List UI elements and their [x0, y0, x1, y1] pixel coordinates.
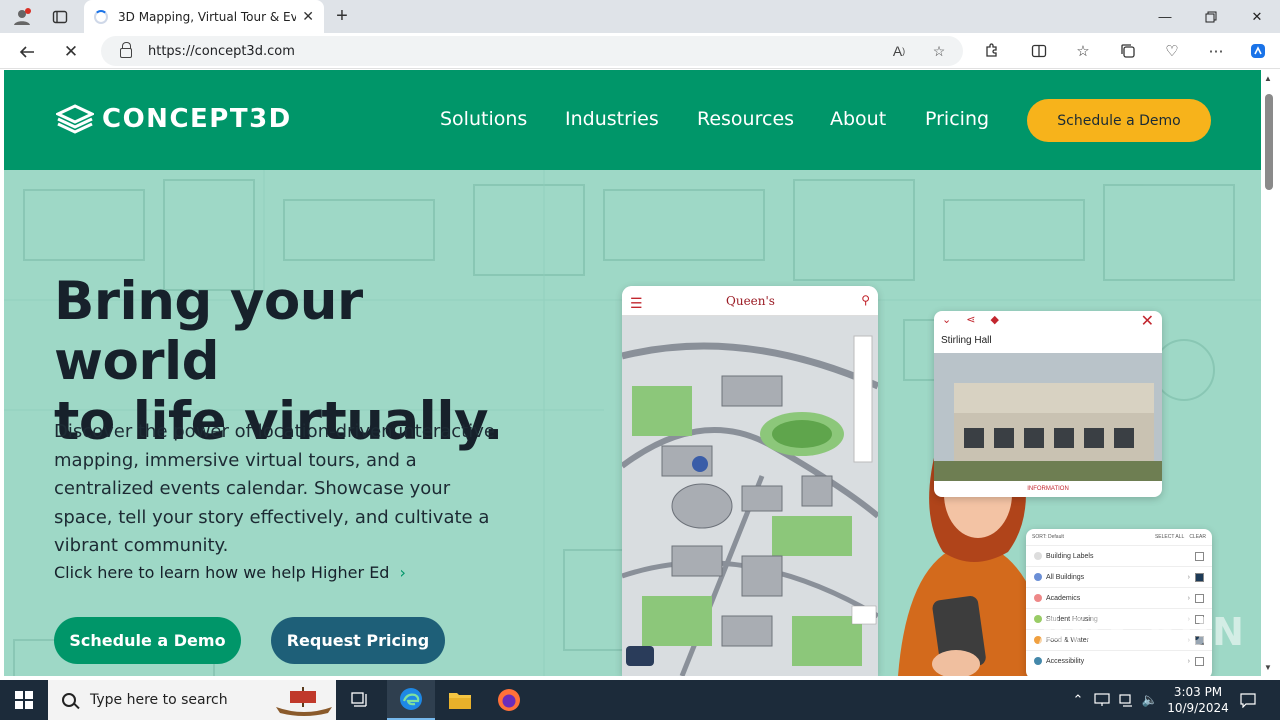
notifications-icon[interactable] [1236, 680, 1260, 720]
filter-row-label: All Buildings [1046, 573, 1085, 581]
network-status-icon[interactable] [1092, 680, 1112, 720]
filter-row-label: Accessibility [1046, 657, 1085, 665]
taskbar-search-placeholder[interactable]: Type here to search [90, 692, 228, 708]
restore-button[interactable] [1188, 0, 1234, 33]
url-text[interactable]: https://concept3d.com [148, 44, 295, 59]
profile-icon[interactable] [10, 5, 34, 29]
taskbar-clock[interactable]: 3:03 PM 10/9/2024 [1160, 684, 1236, 716]
filter-row-label: Academics [1046, 594, 1081, 602]
favorites-icon[interactable]: ☆ [1070, 39, 1096, 63]
hero-lead: Discover the power of location-driven in… [54, 421, 495, 556]
taskbar-search[interactable]: Type here to search [48, 680, 336, 720]
scroll-up-icon[interactable]: ▲ [1264, 74, 1272, 83]
viking-ship-icon [276, 687, 332, 716]
task-view-icon[interactable] [336, 680, 384, 720]
web-page: CONCEPT3D Solutions Industries Resources… [4, 70, 1261, 676]
higher-ed-link-label[interactable]: Click here to learn how we help Higher E… [54, 563, 389, 582]
site-header: CONCEPT3D Solutions Industries Resources… [4, 70, 1261, 170]
logo-text: CONCEPT3D [102, 104, 292, 134]
filter-clear: CLEAR [1189, 534, 1206, 540]
map-phone-mockup: ☰ Queen's ⚲ [622, 286, 878, 676]
firefox-icon[interactable] [485, 680, 533, 720]
close-window-button[interactable]: ✕ [1234, 0, 1280, 33]
file-explorer-icon[interactable] [436, 680, 484, 720]
nav-pricing[interactable]: Pricing [925, 108, 989, 130]
stirling-hall-card: ⌄ ⋖ ◆ ✕ Stirling Hall INFORMATION [934, 311, 1162, 497]
scroll-down-icon[interactable]: ▼ [1264, 663, 1272, 672]
nav-solutions[interactable]: Solutions [440, 108, 527, 130]
campus-map-image [622, 316, 878, 676]
higher-ed-link[interactable]: Click here to learn how we help Higher E… [54, 563, 406, 582]
browser-tab-bar: 3D Mapping, Virtual Tour & Even ✕ + — ✕ [0, 0, 1280, 33]
close-tab-icon[interactable]: ✕ [302, 8, 314, 25]
lock-icon[interactable] [120, 42, 132, 58]
read-aloud-icon[interactable]: A) [887, 40, 911, 62]
edge-taskbar-icon[interactable] [387, 680, 435, 720]
filter-header: SORT: Default SELECT ALL CLEAR [1026, 529, 1212, 545]
browser-essentials-icon[interactable]: ♡ [1159, 39, 1185, 63]
filter-sort: SORT: Default [1032, 534, 1064, 540]
anyrun-watermark: ANY RUN [1038, 610, 1246, 654]
minimize-button[interactable]: — [1142, 0, 1188, 33]
ethernet-icon[interactable] [1116, 680, 1136, 720]
nav-about[interactable]: About [830, 108, 886, 130]
filter-row: Academics › [1026, 587, 1212, 608]
start-button[interactable] [0, 680, 48, 720]
hero-section: Bring your world to life virtually. Disc… [4, 170, 1261, 676]
browser-tab[interactable]: 3D Mapping, Virtual Tour & Even ✕ [84, 0, 324, 33]
extensions-icon[interactable] [978, 39, 1004, 63]
split-screen-icon[interactable] [1026, 39, 1052, 63]
tray-overflow-icon[interactable]: ⌃ [1068, 680, 1088, 720]
windows-logo-icon [15, 691, 33, 709]
phone-brand: Queen's [726, 294, 775, 308]
windows-taskbar: Type here to search ⌃ 🔈 3:03 PM 10/9/202… [0, 680, 1280, 720]
volume-icon[interactable]: 🔈 [1140, 680, 1160, 720]
logo-mark-icon [54, 104, 96, 134]
phone-search-icon: ⚲ [861, 293, 870, 307]
nav-industries[interactable]: Industries [565, 108, 659, 130]
nav-resources[interactable]: Resources [697, 108, 794, 130]
header-schedule-demo-button[interactable]: Schedule a Demo [1027, 99, 1211, 142]
tab-actions-icon[interactable] [48, 5, 72, 29]
search-icon [62, 693, 76, 707]
tab-title: 3D Mapping, Virtual Tour & Even [118, 9, 296, 24]
clock-time: 3:03 PM [1173, 685, 1223, 699]
card-close-icon: ✕ [1140, 313, 1154, 330]
copilot-icon[interactable] [1245, 39, 1271, 63]
favorite-star-icon[interactable]: ☆ [927, 40, 951, 62]
hall-info-link: INFORMATION [1027, 486, 1069, 492]
headline-line-1: Bring your world [54, 271, 363, 392]
schedule-demo-button[interactable]: Schedule a Demo [54, 617, 241, 664]
stop-loading-icon[interactable]: ✕ [58, 39, 84, 65]
page-scrollbar[interactable]: ▲ ▼ [1261, 70, 1280, 676]
more-menu-icon[interactable]: ⋯ [1203, 39, 1229, 63]
address-bar-row: ✕ https://concept3d.com A) ☆ ☆ ♡ ⋯ [0, 33, 1280, 69]
collections-icon[interactable] [1115, 39, 1141, 63]
request-pricing-button[interactable]: Request Pricing [271, 617, 445, 664]
url-field[interactable]: https://concept3d.com A) ☆ [101, 36, 963, 66]
card-header: ⌄ ⋖ ◆ ✕ Stirling Hall [934, 311, 1162, 351]
hamburger-menu-icon: ☰ [630, 295, 643, 311]
hall-name: Stirling Hall [941, 335, 992, 346]
scrollbar-thumb[interactable] [1265, 94, 1273, 190]
new-tab-button[interactable]: + [330, 4, 354, 28]
chevron-right-icon: › [399, 563, 406, 582]
phone-app-bar: ☰ Queen's ⚲ [622, 286, 878, 316]
clock-date: 10/9/2024 [1167, 701, 1229, 715]
filter-row-label: Building Labels [1046, 552, 1094, 560]
filter-row: Building Labels [1026, 545, 1212, 566]
site-logo[interactable]: CONCEPT3D [54, 104, 292, 134]
filter-row: All Buildings › [1026, 566, 1212, 587]
back-icon[interactable] [14, 39, 40, 65]
filter-select-all: SELECT ALL [1154, 534, 1185, 540]
hall-photo [934, 353, 1162, 481]
loading-icon [94, 9, 108, 24]
card-action-icons: ⌄ ⋖ ◆ [942, 314, 1006, 326]
